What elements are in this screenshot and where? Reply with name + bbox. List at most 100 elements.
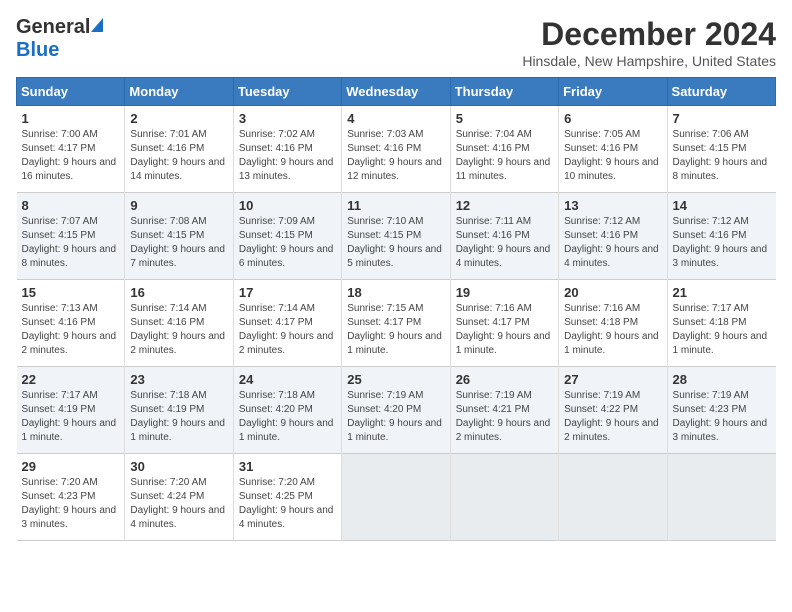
sunrise-label: Sunrise: 7:16 AM xyxy=(564,303,640,314)
day-number: 23 xyxy=(130,372,227,387)
sunrise-label: Sunrise: 7:05 AM xyxy=(564,129,640,140)
sunrise-label: Sunrise: 7:14 AM xyxy=(130,303,206,314)
day-header-sunday: Sunday xyxy=(17,78,125,106)
sunset-label: Sunset: 4:16 PM xyxy=(456,230,530,241)
calendar-cell: 11Sunrise: 7:10 AMSunset: 4:15 PMDayligh… xyxy=(342,193,450,280)
daylight-label: Daylight: 9 hours and 16 minutes. xyxy=(22,157,117,182)
day-info: Sunrise: 7:16 AMSunset: 4:17 PMDaylight:… xyxy=(456,302,553,358)
day-number: 31 xyxy=(239,459,336,474)
calendar-cell: 2Sunrise: 7:01 AMSunset: 4:16 PMDaylight… xyxy=(125,106,233,193)
sunrise-label: Sunrise: 7:02 AM xyxy=(239,129,315,140)
calendar-cell: 30Sunrise: 7:20 AMSunset: 4:24 PMDayligh… xyxy=(125,454,233,541)
day-info: Sunrise: 7:15 AM Sunset: 4:17 PM Daylight:… xyxy=(347,302,444,358)
daylight-label: Daylight: 9 hours and 8 minutes. xyxy=(22,244,117,269)
sunset-label: Sunset: 4:16 PM xyxy=(673,230,747,241)
sunset-label: Sunset: 4:16 PM xyxy=(347,143,421,154)
sunrise-label: Sunrise: 7:09 AM xyxy=(239,216,315,227)
day-number: 9 xyxy=(130,198,227,213)
sunrise-label: Sunrise: 7:17 AM xyxy=(22,390,98,401)
daylight-label: Daylight: 9 hours and 3 minutes. xyxy=(673,418,768,443)
sunrise-label: Sunrise: 7:11 AM xyxy=(456,216,531,227)
sunset-label: Sunset: 4:22 PM xyxy=(564,404,638,415)
sunrise-label: Sunrise: 7:15 AM xyxy=(347,303,423,314)
calendar-cell: 29Sunrise: 7:20 AMSunset: 4:23 PMDayligh… xyxy=(17,454,125,541)
sunrise-label: Sunrise: 7:18 AM xyxy=(239,390,315,401)
page-header: General Blue December 2024 Hinsdale, New… xyxy=(16,16,776,69)
calendar-cell: 15 Sunrise: 7:13 AMSunset: 4:16 PMDayligh… xyxy=(17,280,125,367)
day-number: 28 xyxy=(673,372,771,387)
day-number: 25 xyxy=(347,372,444,387)
sunrise-label: Sunrise: 7:17 AM xyxy=(673,303,749,314)
day-header-tuesday: Tuesday xyxy=(233,78,341,106)
sunset-label: Sunset: 4:18 PM xyxy=(564,317,638,328)
calendar-cell xyxy=(559,454,667,541)
week-row-1: 1Sunrise: 7:00 AMSunset: 4:17 PMDaylight… xyxy=(17,106,776,193)
daylight-label: Daylight: 9 hours and 4 minutes. xyxy=(564,244,659,269)
sunrise-label: Sunrise: 7:13 AM xyxy=(22,303,98,314)
sunset-label: Sunset: 4:16 PM xyxy=(456,143,530,154)
sunset-label: Sunset: 4:16 PM xyxy=(130,317,204,328)
calendar-cell: 14 Sunrise: 7:12 AMSunset: 4:16 PMDayligh… xyxy=(667,193,775,280)
day-number: 18 xyxy=(347,285,444,300)
day-info: Sunrise: 7:19 AMSunset: 4:22 PMDaylight:… xyxy=(564,389,661,445)
daylight-label: Daylight: 9 hours and 3 minutes. xyxy=(673,244,768,269)
calendar-cell: 20 Sunrise: 7:16 AM Sunset: 4:18 PM Dayligh… xyxy=(559,280,667,367)
calendar-cell: 19Sunrise: 7:16 AMSunset: 4:17 PMDayligh… xyxy=(450,280,558,367)
day-info: Sunrise: 7:14 AM Sunset: 4:16 PM Daylight:… xyxy=(130,302,227,358)
sunset-label: Sunset: 4:15 PM xyxy=(130,230,204,241)
day-header-thursday: Thursday xyxy=(450,78,558,106)
calendar-cell: 22Sunrise: 7:17 AMSunset: 4:19 PMDayligh… xyxy=(17,367,125,454)
day-number: 10 xyxy=(239,198,336,213)
day-info: Sunrise: 7:10 AMSunset: 4:15 PMDaylight:… xyxy=(347,215,444,271)
day-number: 14 xyxy=(673,198,771,213)
day-number: 15 xyxy=(22,285,120,300)
day-info: Sunrise: 7:14 AMSunset: 4:17 PMDaylight:… xyxy=(239,302,336,358)
sunrise-label: Sunrise: 7:19 AM xyxy=(564,390,640,401)
calendar-cell: 4Sunrise: 7:03 AMSunset: 4:16 PMDaylight… xyxy=(342,106,450,193)
day-number: 6 xyxy=(564,111,661,126)
daylight-label: Daylight: 9 hours and 10 minutes. xyxy=(564,157,659,182)
daylight-label: Daylight: 9 hours and 1 minute. xyxy=(22,418,117,443)
day-info: Sunrise: 7:20 AMSunset: 4:24 PMDaylight:… xyxy=(130,476,227,532)
sunrise-label: Sunrise: 7:19 AM xyxy=(347,390,423,401)
daylight-label: Daylight: 9 hours and 1 minute. xyxy=(673,331,768,356)
day-info: Sunrise: 7:08 AMSunset: 4:15 PMDaylight:… xyxy=(130,215,227,271)
day-number: 8 xyxy=(22,198,120,213)
day-number: 2 xyxy=(130,111,227,126)
day-number: 20 xyxy=(564,285,661,300)
daylight-label: Daylight: 9 hours and 1 minute. xyxy=(564,331,659,356)
day-info: Sunrise: 7:18 AMSunset: 4:19 PMDaylight:… xyxy=(130,389,227,445)
sunrise-label: Sunrise: 7:10 AM xyxy=(347,216,423,227)
daylight-label: Daylight: 9 hours and 2 minutes. xyxy=(130,331,225,356)
sunrise-label: Sunrise: 7:16 AM xyxy=(456,303,532,314)
day-info: Sunrise: 7:13 AMSunset: 4:16 PMDaylight:… xyxy=(22,302,120,358)
sunrise-label: Sunrise: 7:08 AM xyxy=(130,216,206,227)
day-info: Sunrise: 7:17 AMSunset: 4:18 PMDaylight:… xyxy=(673,302,771,358)
day-info: Sunrise: 7:04 AMSunset: 4:16 PMDaylight:… xyxy=(456,128,553,184)
sunrise-label: Sunrise: 7:14 AM xyxy=(239,303,315,314)
daylight-label: Daylight: 9 hours and 12 minutes. xyxy=(347,157,442,182)
calendar-cell: 17Sunrise: 7:14 AMSunset: 4:17 PMDayligh… xyxy=(233,280,341,367)
day-info: Sunrise: 7:12 AMSunset: 4:16 PMDaylight:… xyxy=(673,215,771,271)
sunset-label: Sunset: 4:19 PM xyxy=(130,404,204,415)
sunset-label: Sunset: 4:19 PM xyxy=(22,404,96,415)
week-row-2: 8Sunrise: 7:07 AMSunset: 4:15 PMDaylight… xyxy=(17,193,776,280)
sunrise-label: Sunrise: 7:20 AM xyxy=(239,477,315,488)
sunset-label: Sunset: 4:20 PM xyxy=(239,404,313,415)
sunrise-label: Sunrise: 7:20 AM xyxy=(130,477,206,488)
calendar-cell: 3Sunrise: 7:02 AMSunset: 4:16 PMDaylight… xyxy=(233,106,341,193)
calendar-cell xyxy=(450,454,558,541)
calendar-cell: 23 Sunrise: 7:18 AMSunset: 4:19 PMDayligh… xyxy=(125,367,233,454)
day-header-saturday: Saturday xyxy=(667,78,775,106)
sunset-label: Sunset: 4:16 PM xyxy=(564,230,638,241)
sunrise-label: Sunrise: 7:03 AM xyxy=(347,129,423,140)
sunset-label: Sunset: 4:15 PM xyxy=(347,230,421,241)
daylight-label: Daylight: 9 hours and 8 minutes. xyxy=(673,157,768,182)
sunset-label: Sunset: 4:25 PM xyxy=(239,491,313,502)
sunset-label: Sunset: 4:17 PM xyxy=(347,317,421,328)
calendar-cell: 6Sunrise: 7:05 AMSunset: 4:16 PMDaylight… xyxy=(559,106,667,193)
calendar-cell: 13Sunrise: 7:12 AMSunset: 4:16 PMDayligh… xyxy=(559,193,667,280)
daylight-label: Daylight: 9 hours and 1 minute. xyxy=(347,331,442,356)
calendar-subtitle: Hinsdale, New Hampshire, United States xyxy=(522,53,776,69)
day-number: 29 xyxy=(22,459,120,474)
